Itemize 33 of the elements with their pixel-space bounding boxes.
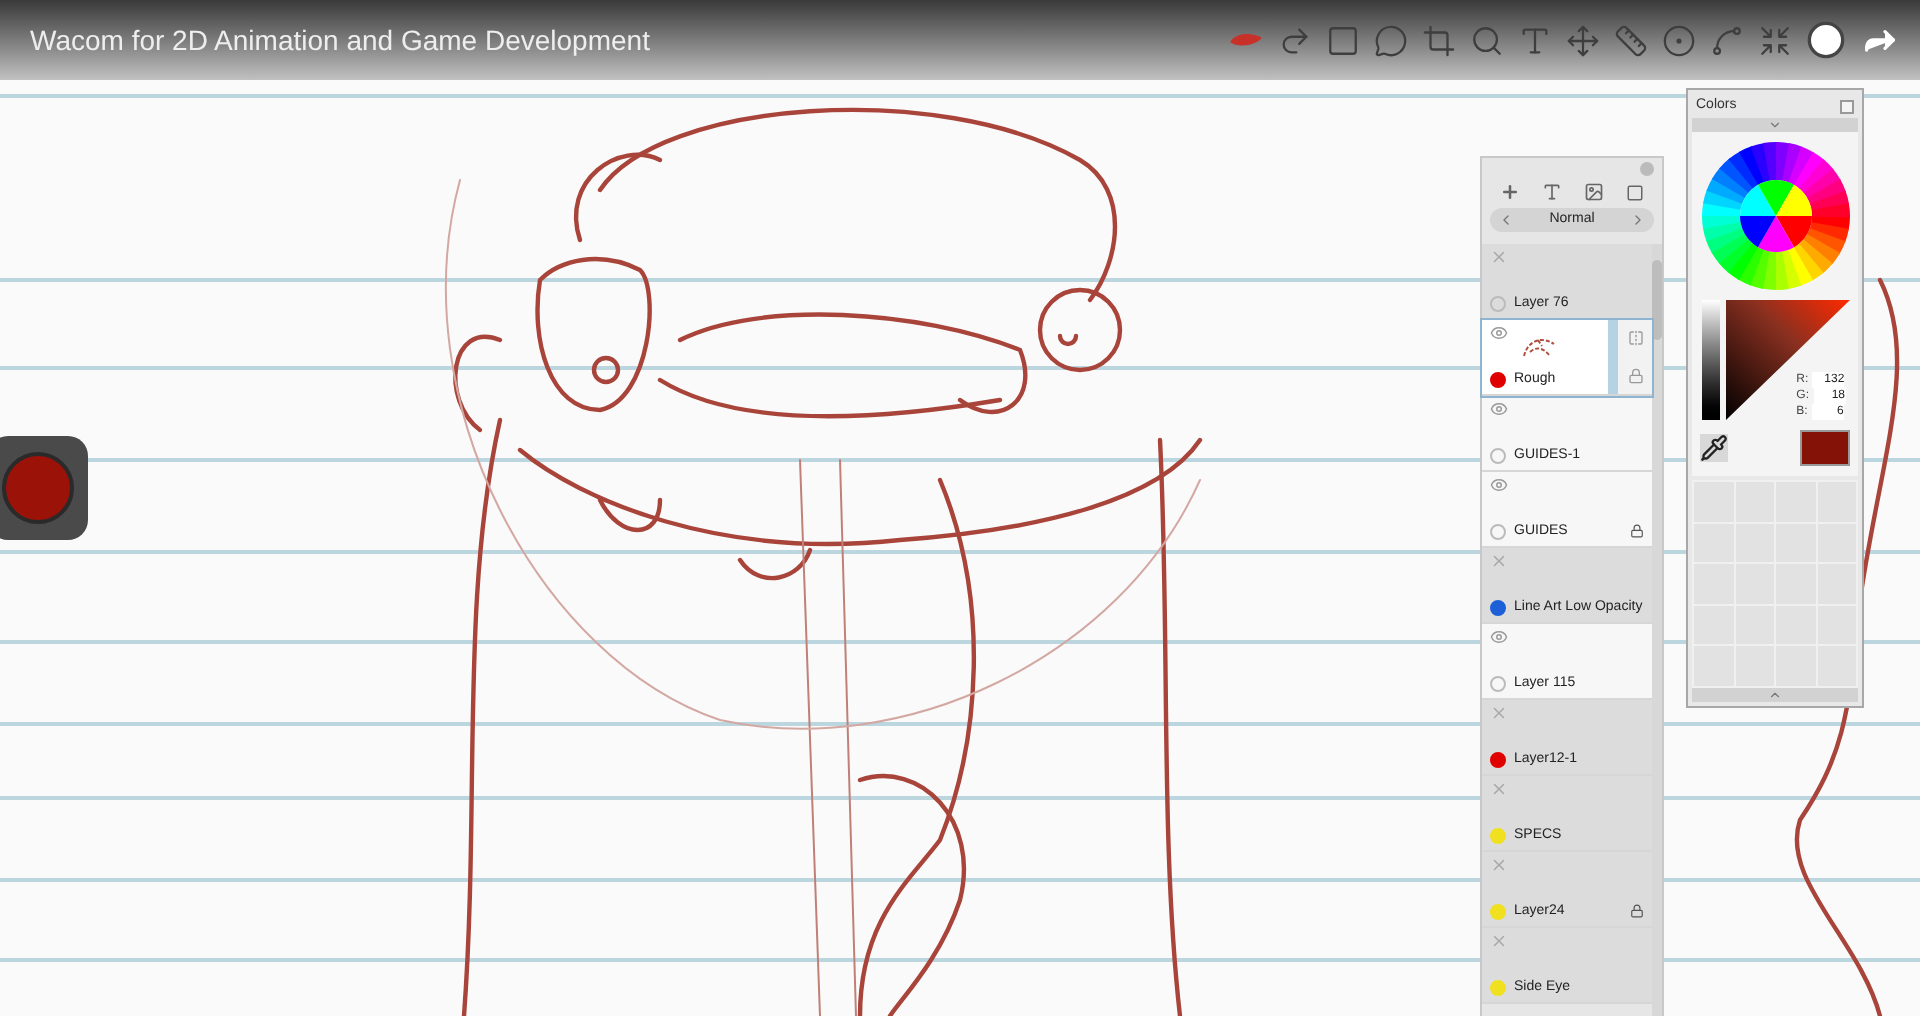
eye-icon[interactable]: [1490, 628, 1508, 646]
image-icon[interactable]: [1583, 182, 1604, 202]
swatch-grid[interactable]: [1692, 480, 1858, 688]
shade-triangle[interactable]: [1725, 300, 1849, 420]
crop-icon[interactable]: [1422, 23, 1456, 57]
eye-icon[interactable]: [1490, 476, 1508, 494]
speech-bubble-icon[interactable]: [1374, 23, 1408, 57]
color-wheel[interactable]: [1701, 142, 1849, 290]
lock-icon[interactable]: [1630, 524, 1644, 539]
record-button[interactable]: [0, 436, 88, 540]
eye-icon[interactable]: [1490, 324, 1508, 342]
lock-icon[interactable]: [1630, 904, 1644, 919]
video-title[interactable]: Wacom for 2D Animation and Game Development: [30, 19, 650, 61]
ruler-icon[interactable]: [1614, 23, 1648, 57]
eye-icon[interactable]: [1490, 400, 1508, 418]
redo-icon[interactable]: [1278, 23, 1312, 57]
add-layer-icon[interactable]: [1500, 182, 1521, 202]
search-icon[interactable]: [1470, 23, 1504, 57]
shrink-icon[interactable]: [1758, 23, 1792, 57]
mask-icon[interactable]: [1625, 183, 1644, 201]
curve-icon[interactable]: [1710, 23, 1744, 57]
record-icon: [2, 452, 74, 524]
move-icon[interactable]: [1566, 23, 1600, 57]
text-icon[interactable]: [1542, 182, 1563, 202]
caret-icon[interactable]: [1768, 688, 1782, 702]
scrollbar[interactable]: [1652, 244, 1662, 1016]
target-icon[interactable]: [1662, 23, 1696, 57]
caret-icon[interactable]: [1768, 118, 1782, 132]
rectangle-icon[interactable]: [1326, 23, 1360, 57]
value-ramp[interactable]: [1701, 300, 1719, 420]
close-button[interactable]: [1840, 99, 1854, 113]
text-icon[interactable]: [1518, 23, 1552, 57]
eyedropper-icon[interactable]: [1700, 434, 1728, 462]
